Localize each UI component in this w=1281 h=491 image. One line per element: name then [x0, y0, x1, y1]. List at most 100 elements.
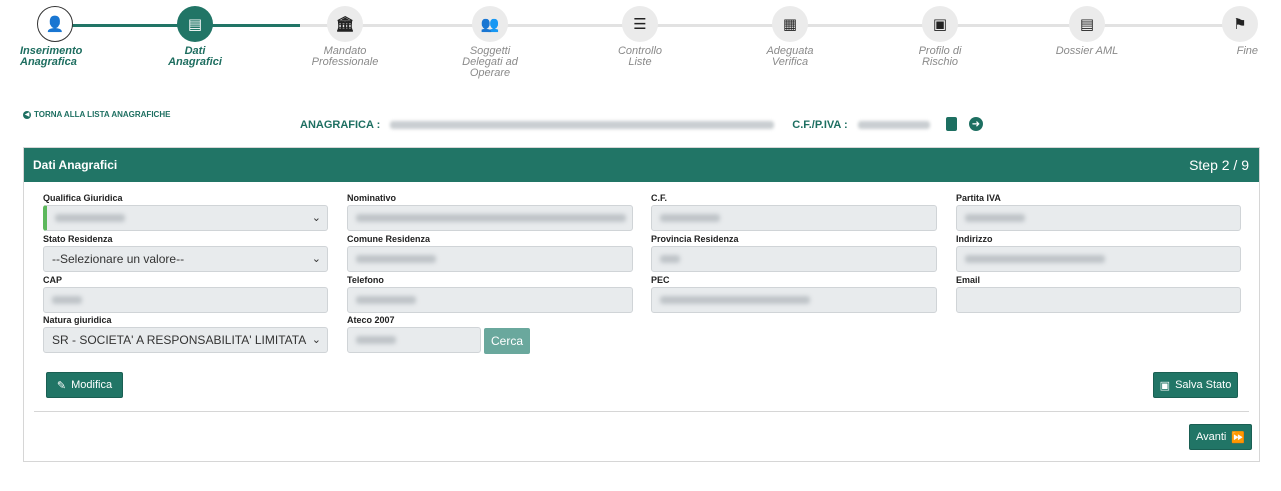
file-icon: ▤ — [1069, 6, 1105, 42]
modifica-button[interactable]: ✎ Modifica — [46, 372, 123, 398]
step-5[interactable]: ☰ Controllo Liste — [570, 6, 710, 68]
step-indicator: Step 2 / 9 — [1189, 157, 1249, 173]
pec-field: PEC — [651, 275, 937, 313]
step-label: Controllo Liste — [617, 45, 663, 68]
comune-label: Comune Residenza — [347, 234, 431, 244]
nominativo-input[interactable] — [347, 205, 633, 231]
telefono-label: Telefono — [347, 275, 384, 285]
bank-icon: 🏛 — [327, 6, 363, 42]
piva-input[interactable] — [956, 205, 1241, 231]
edit-icon: ✎ — [56, 379, 67, 392]
step-9[interactable]: ⚑ Fine — [1178, 6, 1258, 57]
pdf-icon[interactable] — [946, 117, 957, 131]
piva-label: Partita IVA — [956, 193, 1001, 203]
divider — [34, 411, 1249, 412]
step-4[interactable]: 👥 Soggetti Delegati ad Operare — [420, 6, 560, 79]
telefono-input[interactable] — [347, 287, 633, 313]
chevron-down-icon: ⌄ — [311, 212, 321, 224]
users-icon: 👥 — [472, 6, 508, 42]
salva-stato-button[interactable]: ▣ Salva Stato — [1153, 372, 1238, 398]
step-label: Dossier AML — [1055, 45, 1119, 57]
step-2[interactable]: ▤ Dati Anagrafici — [125, 6, 265, 68]
stato-field: Stato Residenza --Selezionare un valore-… — [43, 234, 328, 272]
piva-field: Partita IVA — [956, 193, 1241, 231]
cerca-label: Cerca — [490, 334, 523, 348]
natura-select[interactable]: SR - SOCIETA' A RESPONSABILITA' LIMITATA… — [43, 327, 328, 353]
step-3[interactable]: 🏛 Mandato Professionale — [275, 6, 415, 68]
anagrafica-info: ANAGRAFICA : C.F./P.IVA : — [300, 119, 930, 131]
ateco-input[interactable] — [347, 327, 481, 353]
avanti-button[interactable]: Avanti ⏩ — [1189, 424, 1252, 450]
user-plus-icon: 👤 — [37, 6, 73, 42]
list-check-icon: ☰ — [622, 6, 658, 42]
anagrafica-name-redacted — [390, 121, 775, 129]
indirizzo-input[interactable] — [956, 246, 1241, 272]
step-6[interactable]: ▦ Adeguata Verifica — [720, 6, 860, 68]
email-label: Email — [956, 275, 981, 285]
cap-input[interactable] — [43, 287, 328, 313]
step-label: Inserimento Anagrafica — [20, 45, 83, 68]
step-7[interactable]: ▣ Profilo di Rischio — [870, 6, 1010, 68]
cf-input[interactable] — [651, 205, 937, 231]
qualifica-select[interactable]: ⌄ — [43, 205, 328, 231]
comune-field: Comune Residenza — [347, 234, 633, 272]
pec-label: PEC — [651, 275, 670, 285]
provincia-field: Provincia Residenza — [651, 234, 937, 272]
email-field: Email — [956, 275, 1241, 313]
comune-input[interactable] — [347, 246, 633, 272]
cap-field: CAP — [43, 275, 328, 313]
id-card-icon: ▤ — [177, 6, 213, 42]
chevron-down-icon: ⌄ — [311, 334, 321, 346]
user-badge-icon: ▣ — [922, 6, 958, 42]
chevron-down-icon: ⌄ — [311, 253, 321, 265]
stato-label: Stato Residenza — [43, 234, 113, 244]
indirizzo-label: Indirizzo — [956, 234, 993, 244]
step-label: Mandato Professionale — [311, 45, 379, 68]
step-label: Dati Anagrafici — [168, 45, 222, 68]
cf-value-redacted — [857, 121, 930, 129]
nominativo-label: Nominativo — [347, 193, 397, 203]
salva-label: Salva Stato — [1175, 379, 1232, 391]
fast-forward-icon: ⏩ — [1231, 431, 1246, 444]
natura-field: Natura giuridica SR - SOCIETA' A RESPONS… — [43, 315, 328, 353]
panel-title: Dati Anagrafici — [33, 158, 118, 172]
step-label: Adeguata Verifica — [766, 45, 814, 68]
natura-value: SR - SOCIETA' A RESPONSABILITA' LIMITATA — [52, 333, 307, 347]
ateco-field: Ateco 2007 — [347, 315, 481, 353]
indirizzo-field: Indirizzo — [956, 234, 1241, 272]
nominativo-field: Nominativo — [347, 193, 633, 231]
step-1[interactable]: 👤 Inserimento Anagrafica — [20, 6, 90, 68]
anagrafica-label: ANAGRAFICA : — [300, 119, 381, 131]
cerca-button[interactable]: Cerca — [484, 328, 530, 354]
arrow-left-circle-icon: ◀ — [23, 110, 31, 119]
panel-header: Dati Anagrafici Step 2 / 9 — [24, 148, 1259, 182]
provincia-label: Provincia Residenza — [651, 234, 739, 244]
step-label: Fine — [1236, 45, 1258, 57]
stato-value: --Selezionare un valore-- — [52, 252, 185, 266]
pec-input[interactable] — [651, 287, 937, 313]
ateco-label: Ateco 2007 — [347, 315, 395, 325]
cf-field: C.F. — [651, 193, 937, 231]
step-label: Soggetti Delegati ad Operare — [462, 45, 518, 79]
qualifica-label: Qualifica Giuridica — [43, 193, 123, 203]
avanti-label: Avanti — [1195, 431, 1227, 443]
arrow-right-circle-icon[interactable]: ➜ — [969, 117, 983, 131]
clipboard-icon: ▦ — [772, 6, 808, 42]
natura-label: Natura giuridica — [43, 315, 112, 325]
provincia-input[interactable] — [651, 246, 937, 272]
cf-label: C.F./P.IVA : — [792, 119, 848, 131]
dati-anagrafici-panel: Dati Anagrafici Step 2 / 9 Qualifica Giu… — [23, 147, 1260, 462]
cap-label: CAP — [43, 275, 63, 285]
telefono-field: Telefono — [347, 275, 633, 313]
back-link-label: TORNA ALLA LISTA ANAGRAFICHE — [34, 110, 171, 119]
back-to-list-link[interactable]: ◀ TORNA ALLA LISTA ANAGRAFICHE — [23, 110, 170, 119]
wizard-stepper: 👤 Inserimento Anagrafica ▤ Dati Anagrafici 🏛… — [0, 0, 1281, 95]
modifica-label: Modifica — [71, 379, 113, 391]
stato-select[interactable]: --Selezionare un valore-- ⌄ — [43, 246, 328, 272]
flag-checkered-icon: ⚑ — [1222, 6, 1258, 42]
step-8[interactable]: ▤ Dossier AML — [1017, 6, 1157, 57]
cf-field-label: C.F. — [651, 193, 668, 203]
qualifica-field: Qualifica Giuridica ⌄ — [43, 193, 328, 231]
email-input[interactable] — [956, 287, 1241, 313]
save-icon: ▣ — [1159, 379, 1171, 392]
